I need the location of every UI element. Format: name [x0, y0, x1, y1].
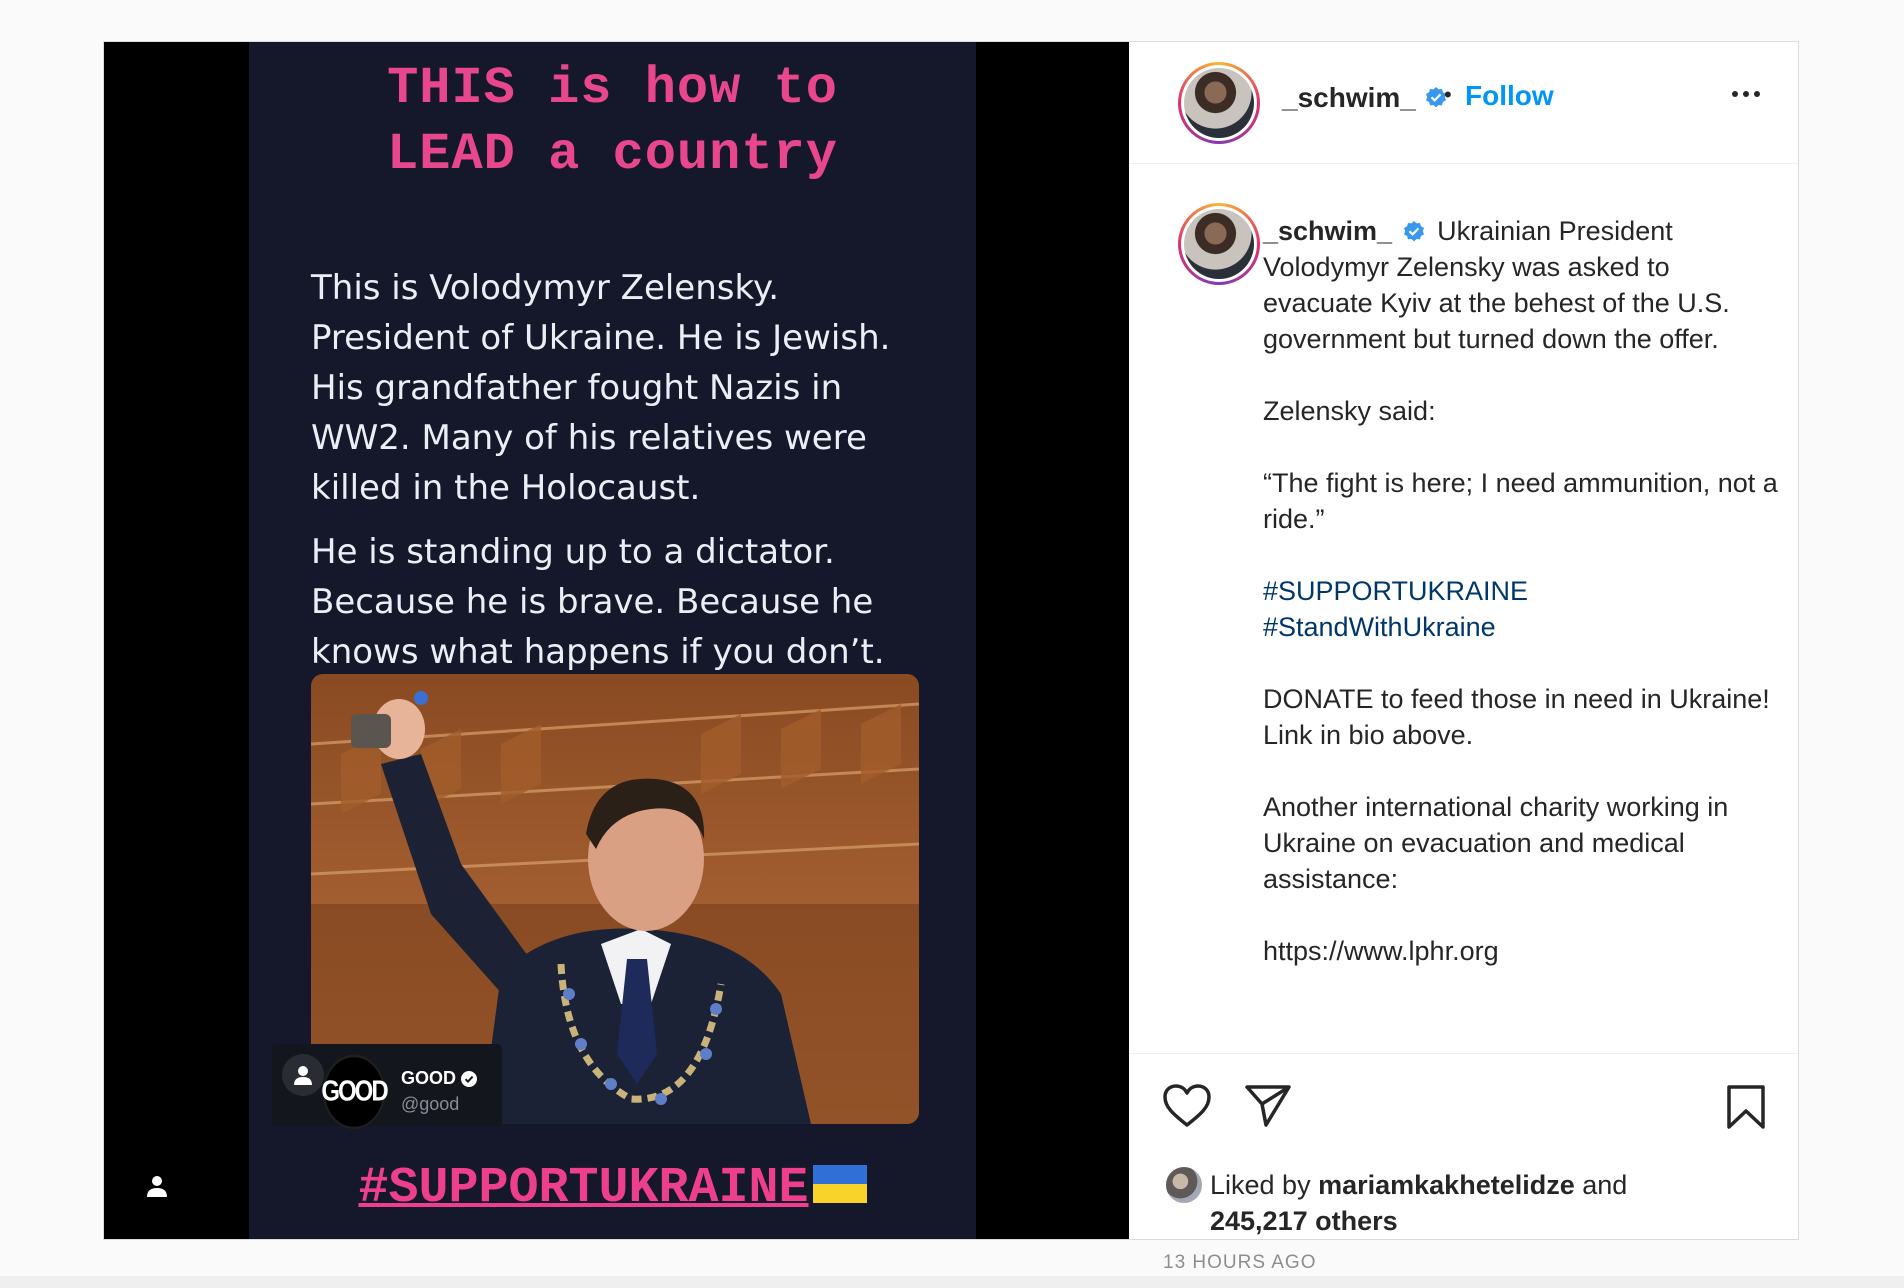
banner-hashtag-text: #SUPPORTUKRAINE: [358, 1160, 809, 1217]
post-timestamp[interactable]: 13 HOURS AGO: [1163, 1252, 1317, 1274]
caption-text-donate: DONATE to feed those in need in Ukraine!…: [1263, 684, 1770, 750]
caption-text-charity: Another international charity working in…: [1263, 792, 1729, 894]
caption-text-2: Zelensky said:: [1263, 396, 1436, 426]
post-caption: _schwim_ Ukrainian President Volodymyr Z…: [1263, 213, 1783, 969]
header-avatar[interactable]: [1178, 62, 1260, 144]
header-username-text[interactable]: _schwim_: [1282, 82, 1416, 114]
card-title-line-1: THIS is how to: [387, 59, 838, 118]
post-media[interactable]: THIS is how to LEAD a country This is Vo…: [104, 42, 1129, 1239]
card-paragraph-1: This is Volodymyr Zelensky. President of…: [311, 268, 891, 508]
post-side-panel: _schwim_ • Follow _schwim_ Ukrainian Pre…: [1129, 42, 1798, 1273]
card-title-line-2: LEAD a country: [387, 125, 838, 184]
likes-summary: Liked by mariamkakhetelidze and 245,217 …: [1210, 1167, 1627, 1239]
likes-count-link[interactable]: 245,217 others: [1210, 1206, 1398, 1236]
more-icon[interactable]: [1726, 84, 1766, 104]
verified-icon: [461, 1070, 478, 1087]
header-username[interactable]: _schwim_: [1282, 82, 1448, 114]
caption-avatar[interactable]: [1178, 203, 1260, 285]
liked-by-and: and: [1582, 1170, 1628, 1200]
banner-hashtag: #SUPPORTUKRAINE: [249, 1160, 976, 1217]
source-attribution: GOOD GOOD @good: [272, 1044, 502, 1130]
instagram-post-modal: THIS is how to LEAD a country This is Vo…: [103, 41, 1799, 1273]
verified-badge-icon: [1403, 221, 1424, 242]
good-logo: GOOD: [321, 1054, 389, 1130]
attribution-name-text: GOOD: [401, 1068, 457, 1088]
caption-username[interactable]: _schwim_: [1263, 216, 1392, 246]
attribution-handle: @good: [401, 1094, 460, 1114]
bookmark-icon[interactable]: [1726, 1084, 1766, 1135]
follow-button[interactable]: Follow: [1465, 80, 1554, 112]
post-header: _schwim_ • Follow: [1129, 42, 1798, 164]
heart-icon[interactable]: [1163, 1084, 1211, 1133]
comments-section[interactable]: _schwim_ Ukrainian President Volodymyr Z…: [1129, 165, 1798, 1053]
liked-by-prefix: Liked by: [1210, 1170, 1311, 1200]
hashtag-standwithukraine[interactable]: #StandWithUkraine: [1263, 609, 1783, 645]
post-actions: Liked by mariamkakhetelidze and 245,217 …: [1129, 1053, 1798, 1273]
person-icon: [282, 1054, 324, 1096]
hashtag-supportukraine[interactable]: #SUPPORTUKRAINE: [1263, 573, 1783, 609]
browser-bottom-edge: [0, 1276, 1904, 1288]
caption-link: https://www.lphr.org: [1263, 936, 1499, 966]
ukraine-flag-icon: [812, 1165, 867, 1203]
media-image-card: THIS is how to LEAD a country This is Vo…: [249, 42, 976, 1239]
liker-username[interactable]: mariamkakhetelidze: [1318, 1170, 1575, 1200]
attribution-name: GOOD: [401, 1068, 478, 1089]
send-icon[interactable]: [1245, 1084, 1291, 1133]
caption-quote: “The fight is here; I need ammunition, n…: [1263, 468, 1778, 534]
card-title: THIS is how to LEAD a country: [249, 56, 976, 188]
liker-avatar[interactable]: [1164, 1165, 1204, 1205]
card-paragraph-2: He is standing up to a dictator. Because…: [311, 532, 885, 672]
header-separator: •: [1444, 82, 1452, 107]
person-icon: [147, 1176, 167, 1197]
tagged-users-button[interactable]: [139, 1168, 175, 1204]
